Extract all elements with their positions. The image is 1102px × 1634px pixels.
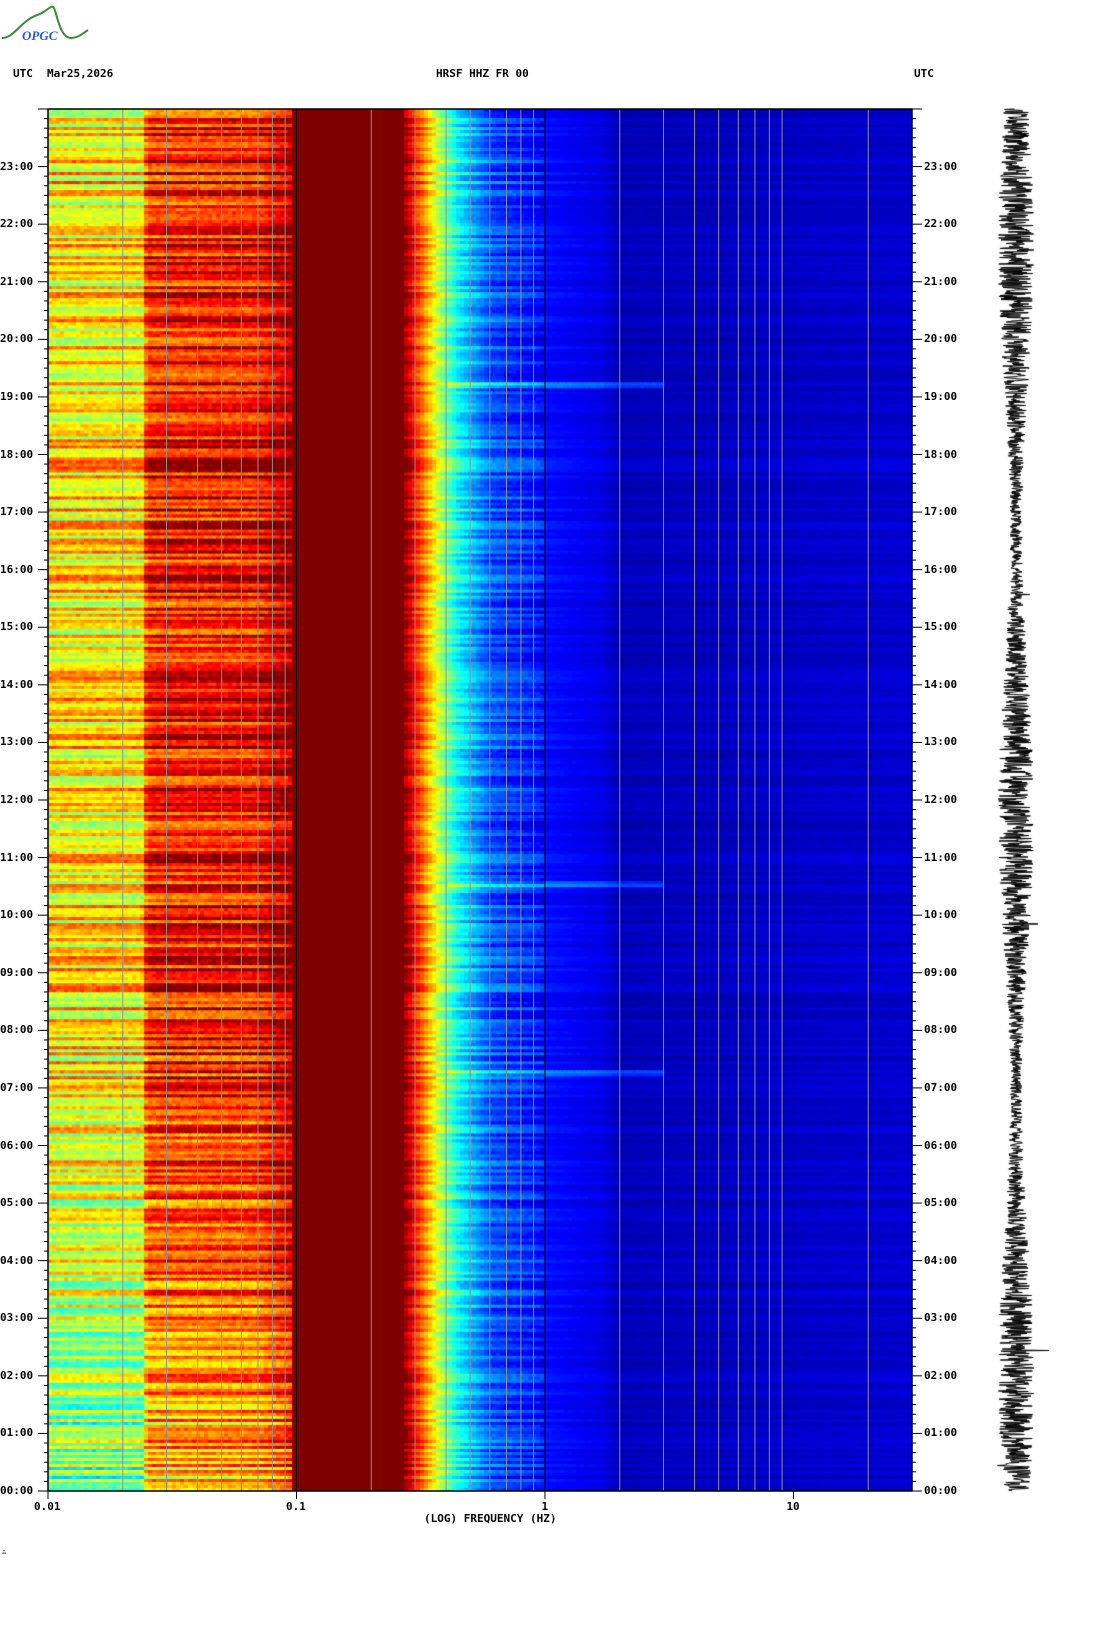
y-tick-label-right: 15:00: [924, 620, 958, 634]
y-tick-label-right: 06:00: [924, 1138, 958, 1152]
y-tick-label-left: 04:00: [0, 1253, 34, 1267]
y-tick-label-left: 03:00: [0, 1311, 34, 1325]
y-tick-label-right: 10:00: [924, 908, 958, 922]
y-tick-label-left: 00:00: [0, 1484, 34, 1497]
footer-mark: ∴: [2, 1548, 7, 1556]
y-tick-label-right: 21:00: [924, 274, 958, 288]
x-tick-label: 10: [786, 1500, 800, 1513]
y-tick-label-right: 11:00: [924, 850, 958, 864]
spectrogram-axes: [38, 108, 922, 1499]
y-tick-label-right: 18:00: [924, 447, 958, 461]
y-tick-label-left: 18:00: [0, 447, 34, 461]
y-tick-label-left: 07:00: [0, 1080, 34, 1094]
y-tick-label-left: 23:00: [0, 159, 34, 173]
y-tick-label-left: 01:00: [0, 1426, 34, 1440]
y-tick-label-right: 05:00: [924, 1196, 958, 1210]
x-tick-label: 0.1: [285, 1500, 306, 1513]
y-tick-label-right: 17:00: [924, 505, 958, 519]
y-tick-label-right: 00:00: [924, 1484, 958, 1497]
y-tick-label-right: 08:00: [924, 1023, 958, 1037]
y-tick-label-left: 17:00: [0, 505, 34, 519]
y-tick-label-right: 14:00: [924, 677, 958, 691]
y-tick-label-left: 14:00: [0, 677, 34, 691]
y-tick-label-left: 22:00: [0, 217, 34, 231]
y-tick-label-left: 02:00: [0, 1368, 34, 1382]
y-tick-label-right: 02:00: [924, 1368, 958, 1382]
y-tick-label-left: 21:00: [0, 274, 34, 288]
y-tick-label-left: 11:00: [0, 850, 34, 864]
y-tick-label-right: 09:00: [924, 965, 958, 979]
y-tick-label-right: 03:00: [924, 1311, 958, 1325]
y-tick-label-left: 06:00: [0, 1138, 34, 1152]
y-tick-label-left: 13:00: [0, 735, 34, 749]
y-tick-label-right: 04:00: [924, 1253, 958, 1267]
y-tick-label-left: 08:00: [0, 1023, 34, 1037]
y-tick-label-right: 16:00: [924, 562, 958, 576]
y-tick-label-left: 12:00: [0, 793, 34, 806]
y-tick-label-left: 15:00: [0, 620, 34, 634]
y-tick-label-right: 19:00: [924, 389, 958, 403]
y-tick-label-left: 10:00: [0, 908, 34, 922]
y-tick-label-right: 13:00: [924, 735, 958, 749]
y-tick-label-right: 01:00: [924, 1426, 958, 1440]
y-tick-label-right: 20:00: [924, 332, 958, 346]
y-tick-label-right: 22:00: [924, 217, 958, 231]
x-tick-label: 0.01: [34, 1500, 61, 1513]
y-tick-label-left: 09:00: [0, 965, 34, 979]
seismogram-trace: [985, 105, 1065, 1495]
y-tick-label-right: 12:00: [924, 793, 958, 806]
x-axis-title: (LOG) FREQUENCY (HZ): [424, 1512, 557, 1525]
y-tick-label-right: 07:00: [924, 1080, 958, 1094]
y-tick-label-left: 05:00: [0, 1196, 34, 1210]
y-tick-label-left: 19:00: [0, 389, 34, 403]
y-tick-label-right: 23:00: [924, 159, 958, 173]
y-tick-label-left: 20:00: [0, 332, 34, 346]
y-tick-label-left: 16:00: [0, 562, 34, 576]
